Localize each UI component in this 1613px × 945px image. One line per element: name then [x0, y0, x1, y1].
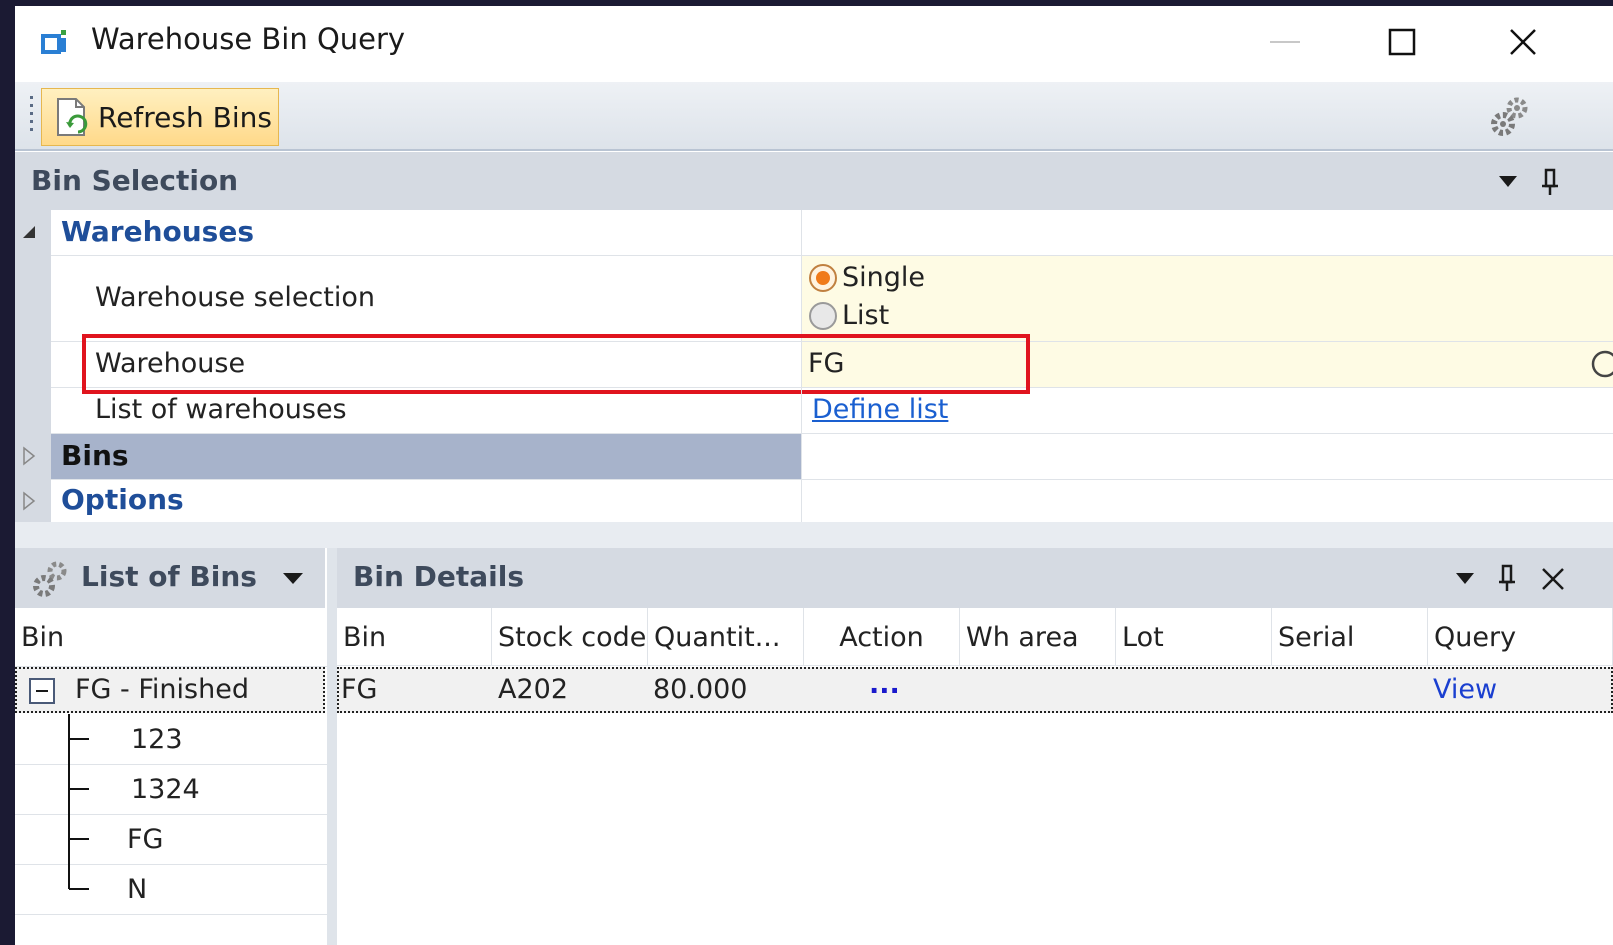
warehouse-highlight-box — [82, 334, 1030, 394]
cell-action-ellipsis[interactable]: ... — [869, 669, 900, 700]
collapse-triangle-icon[interactable] — [19, 222, 39, 242]
category-bins-cell: Bins — [51, 434, 802, 479]
category-warehouses-value — [802, 210, 1613, 255]
category-options-cell: Options — [51, 480, 802, 522]
tree-branch-icon — [68, 714, 89, 764]
column-header-stock-code[interactable]: Stock code — [492, 608, 648, 666]
category-row-warehouses[interactable]: Warehouses — [23, 210, 1613, 256]
column-header-wh-area[interactable]: Wh area — [960, 608, 1116, 666]
category-bins-label: Bins — [61, 439, 129, 472]
cell-bin: FG — [341, 674, 378, 705]
collapse-minus-icon[interactable] — [29, 678, 55, 704]
radio-single-option[interactable]: Single — [808, 262, 925, 293]
cell-query-view-link[interactable]: View — [1433, 674, 1497, 705]
table-row[interactable]: FG A202 80.000 ... View — [337, 667, 1613, 713]
category-row-options[interactable]: Options — [23, 480, 1613, 523]
column-header-serial[interactable]: Serial — [1272, 608, 1428, 666]
panel-splitter[interactable] — [15, 522, 1613, 548]
pin-icon[interactable] — [1540, 168, 1562, 196]
column-header-bin[interactable]: Bin — [337, 608, 492, 666]
list-of-bins-tree: Bin FG - Finished 123 1324 FG N — [15, 608, 328, 945]
tree-child-label: 123 — [131, 724, 183, 755]
column-header-action[interactable]: Action — [804, 608, 960, 666]
warehouse-selection-radio-group: Single List — [802, 256, 1613, 341]
tree-last-branch-icon — [68, 864, 89, 890]
title-bar: Warehouse Bin Query — [15, 6, 1613, 80]
property-row-warehouse-selection: Warehouse selection Single List — [51, 256, 1613, 342]
toolbar: Refresh Bins — [15, 82, 1613, 151]
refresh-bins-button[interactable]: Refresh Bins — [41, 88, 279, 146]
property-grid-gutter — [15, 210, 51, 522]
refresh-bins-label: Refresh Bins — [98, 100, 272, 134]
app-icon — [41, 30, 66, 54]
panel-dropdown-icon[interactable] — [1456, 573, 1474, 585]
radio-list-label: List — [842, 300, 890, 331]
radio-list-option[interactable]: List — [808, 300, 889, 331]
bin-selection-property-grid: Warehouses Warehouse selection Single Li… — [15, 210, 1613, 523]
warehouse-selection-label-cell: Warehouse selection — [51, 256, 802, 341]
close-panel-icon[interactable] — [1541, 567, 1565, 591]
bin-selection-header: Bin Selection — [15, 152, 1613, 210]
list-of-warehouses-label-cell: List of warehouses — [51, 388, 802, 433]
bin-column-label: Bin — [21, 622, 65, 653]
list-of-warehouses-label: List of warehouses — [95, 394, 347, 425]
bin-details-grid: Bin Stock code Quantit... Action Wh area… — [337, 608, 1613, 945]
tree-child-label: 1324 — [131, 774, 200, 805]
tree-root-row[interactable]: FG - Finished — [15, 667, 325, 713]
bin-details-title: Bin Details — [353, 560, 524, 593]
cell-stock-code: A202 — [498, 674, 569, 705]
cell-quantity: 80.000 — [653, 674, 748, 705]
category-bins-value — [802, 434, 1613, 479]
property-row-list-of-warehouses: List of warehouses Define list — [51, 388, 1613, 434]
column-header-lot[interactable]: Lot — [1116, 608, 1272, 666]
define-list-link[interactable]: Define list — [812, 394, 948, 425]
list-of-bins-header: List of Bins — [15, 548, 325, 608]
bin-details-header: Bin Details — [337, 548, 1613, 608]
tree-child-row[interactable]: N — [15, 864, 327, 915]
vertical-splitter[interactable] — [327, 548, 337, 945]
category-warehouses-cell: Warehouses — [51, 210, 802, 255]
lookup-search-icon[interactable] — [1587, 348, 1613, 382]
toolbar-grip-icon[interactable] — [29, 94, 35, 136]
radio-single-label: Single — [842, 262, 926, 293]
expand-triangle-icon[interactable] — [19, 446, 39, 466]
tree-child-row[interactable]: 123 — [15, 714, 327, 765]
tree-child-label: FG — [127, 824, 164, 855]
tree-child-row[interactable]: FG — [15, 814, 327, 865]
bin-selection-title: Bin Selection — [31, 164, 239, 197]
window-title: Warehouse Bin Query — [91, 22, 406, 56]
refresh-document-icon — [57, 98, 88, 136]
settings-gears-icon[interactable] — [1489, 94, 1533, 138]
tree-child-label: N — [127, 874, 148, 905]
panel-dropdown-icon[interactable] — [283, 573, 303, 585]
category-row-bins[interactable]: Bins — [23, 434, 1613, 480]
expand-triangle-icon[interactable] — [19, 491, 39, 511]
tree-branch-icon — [68, 814, 89, 864]
pin-icon[interactable] — [1497, 564, 1519, 592]
maximize-icon — [1388, 28, 1416, 56]
list-of-bins-title: List of Bins — [81, 560, 257, 593]
radio-unselected-icon — [809, 301, 837, 330]
tree-root-label: FG - Finished — [75, 674, 249, 705]
tree-child-row[interactable]: 1324 — [15, 764, 327, 815]
warehouse-selection-label: Warehouse selection — [95, 282, 375, 313]
panel-dropdown-icon[interactable] — [1499, 176, 1517, 188]
radio-selected-icon — [809, 263, 837, 292]
close-button[interactable] — [1493, 20, 1553, 64]
list-of-warehouses-value-cell: Define list — [802, 388, 1613, 433]
minimize-button[interactable] — [1255, 20, 1315, 64]
minimize-icon — [1270, 41, 1300, 43]
close-icon — [1510, 29, 1536, 55]
maximize-button[interactable] — [1372, 20, 1432, 64]
bin-column-header[interactable]: Bin — [15, 608, 327, 667]
category-options-value — [802, 480, 1613, 522]
tree-branch-icon — [68, 764, 89, 814]
category-warehouses-label: Warehouses — [61, 215, 255, 248]
column-header-query[interactable]: Query — [1428, 608, 1613, 666]
warehouse-bin-query-window: Warehouse Bin Query Refresh Bins Bin Sel… — [15, 6, 1613, 945]
category-options-label: Options — [61, 483, 184, 516]
gears-icon — [33, 561, 67, 597]
column-header-quantity[interactable]: Quantit... — [648, 608, 804, 666]
